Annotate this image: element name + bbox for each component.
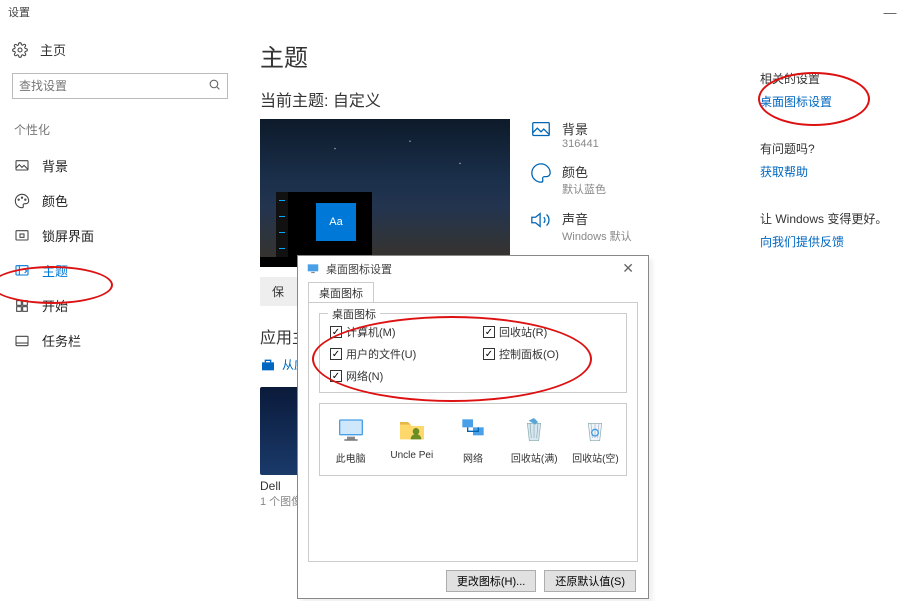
prop-background[interactable]: 背景 316441 xyxy=(530,119,632,150)
nav-label: 任务栏 xyxy=(42,331,81,350)
picture-icon xyxy=(14,158,30,174)
check-label: 计算机(M) xyxy=(346,324,396,340)
subheading: 当前主题: 自定义 xyxy=(260,87,740,111)
gear-icon xyxy=(12,42,28,58)
prop-color[interactable]: 颜色 默认蓝色 xyxy=(530,162,632,197)
folder-user-icon xyxy=(396,414,428,446)
right-pane: 相关的设置 桌面图标设置 有问题吗? 获取帮助 让 Windows 变得更好。 … xyxy=(760,24,915,601)
minimize-button[interactable]: — xyxy=(873,5,907,20)
preview-tile: Aa xyxy=(316,203,356,241)
title-bar: 设置 — xyxy=(0,0,915,24)
search-box[interactable] xyxy=(12,73,228,99)
check-label: 控制面板(O) xyxy=(499,346,559,362)
icon-label: 回收站(满) xyxy=(511,450,558,465)
search-icon xyxy=(208,78,221,94)
icon-label: 网络 xyxy=(463,450,483,465)
fieldset-legend: 桌面图标 xyxy=(328,306,380,322)
prop-title: 背景 xyxy=(562,119,599,138)
check-computer[interactable]: ✓计算机(M) xyxy=(330,324,463,340)
check-label: 回收站(R) xyxy=(499,324,547,340)
make-better-label: 让 Windows 变得更好。 xyxy=(760,210,907,227)
computer-icon xyxy=(335,414,367,446)
desktop-icon-settings-dialog: 桌面图标设置 ✕ 桌面图标 桌面图标 ✓计算机(M) ✓回收站(R) ✓用户的文… xyxy=(297,255,649,599)
nav-lockscreen[interactable]: 锁屏界面 xyxy=(6,218,234,253)
icon-network[interactable]: 网络 xyxy=(448,414,497,465)
restore-defaults-button[interactable]: 还原默认值(S) xyxy=(544,570,636,592)
palette-icon xyxy=(530,162,552,184)
theme-preview[interactable]: Aa xyxy=(260,119,510,267)
nav-label: 颜色 xyxy=(42,191,68,210)
nav-section: 个性化 xyxy=(6,117,234,148)
nav-taskbar[interactable]: 任务栏 xyxy=(6,323,234,358)
feedback-link[interactable]: 向我们提供反馈 xyxy=(760,233,907,250)
icon-recycle-full[interactable]: 回收站(满) xyxy=(510,414,559,465)
prop-value: 默认蓝色 xyxy=(562,181,606,197)
picture-icon xyxy=(530,119,552,141)
dialog-title: 桌面图标设置 xyxy=(326,261,392,277)
question-label: 有问题吗? xyxy=(760,140,907,157)
dialog-tab-desktop-icons[interactable]: 桌面图标 xyxy=(308,282,374,303)
icon-label: Uncle Pei xyxy=(390,450,433,461)
lockscreen-icon xyxy=(14,228,30,244)
icon-this-pc[interactable]: 此电脑 xyxy=(326,414,375,465)
desktop-icon-settings-link[interactable]: 桌面图标设置 xyxy=(760,93,907,110)
nav-color[interactable]: 颜色 xyxy=(6,183,234,218)
check-controlpanel[interactable]: ✓控制面板(O) xyxy=(483,346,616,362)
close-icon[interactable]: ✕ xyxy=(616,260,640,277)
nav-background[interactable]: 背景 xyxy=(6,148,234,183)
theme-icon xyxy=(14,263,30,279)
nav-label: 背景 xyxy=(42,156,68,175)
save-label-partial: 保 xyxy=(272,285,284,299)
prop-sound[interactable]: 声音 Windows 默认 xyxy=(530,209,632,244)
check-recycle[interactable]: ✓回收站(R) xyxy=(483,324,616,340)
icon-label: 此电脑 xyxy=(336,450,366,465)
prop-title: 颜色 xyxy=(562,162,606,181)
left-nav: 主页 个性化 背景 颜色 锁屏界面 主题 开始 xyxy=(0,24,240,601)
prop-title: 声音 xyxy=(562,209,632,228)
nav-theme[interactable]: 主题 xyxy=(6,253,234,288)
recycle-full-icon xyxy=(518,414,550,446)
nav-start[interactable]: 开始 xyxy=(6,288,234,323)
recycle-empty-icon xyxy=(579,414,611,446)
nav-label: 锁屏界面 xyxy=(42,226,94,245)
icon-preview-list: 此电脑 Uncle Pei 网络 回收站(满) 回收站(空) xyxy=(319,403,627,476)
monitor-icon xyxy=(306,262,320,276)
taskbar-icon xyxy=(14,333,30,349)
icon-label: 回收站(空) xyxy=(572,450,619,465)
nav-label: 开始 xyxy=(42,296,68,315)
home-nav[interactable]: 主页 xyxy=(6,34,234,73)
check-userfiles[interactable]: ✓用户的文件(U) xyxy=(330,346,463,362)
related-settings-label: 相关的设置 xyxy=(760,70,907,87)
nav-label: 主题 xyxy=(42,261,68,280)
icon-recycle-empty[interactable]: 回收站(空) xyxy=(571,414,620,465)
home-label: 主页 xyxy=(40,40,66,59)
search-input[interactable] xyxy=(19,79,208,93)
prop-value: Windows 默认 xyxy=(562,228,632,244)
change-icon-button[interactable]: 更改图标(H)... xyxy=(446,570,536,592)
network-icon xyxy=(457,414,489,446)
get-help-link[interactable]: 获取帮助 xyxy=(760,163,907,180)
dialog-titlebar[interactable]: 桌面图标设置 ✕ xyxy=(298,256,648,281)
store-icon xyxy=(260,357,276,373)
desktop-icons-fieldset: 桌面图标 ✓计算机(M) ✓回收站(R) ✓用户的文件(U) ✓控制面板(O) … xyxy=(319,313,627,393)
prop-value: 316441 xyxy=(562,138,599,150)
icon-user-files[interactable]: Uncle Pei xyxy=(387,414,436,465)
window-title: 设置 xyxy=(8,4,30,20)
check-label: 用户的文件(U) xyxy=(346,346,416,362)
check-network[interactable]: ✓网络(N) xyxy=(330,368,463,384)
palette-icon xyxy=(14,193,30,209)
start-icon xyxy=(14,298,30,314)
check-label: 网络(N) xyxy=(346,368,383,384)
page-heading: 主题 xyxy=(260,38,740,73)
sound-icon xyxy=(530,209,552,231)
